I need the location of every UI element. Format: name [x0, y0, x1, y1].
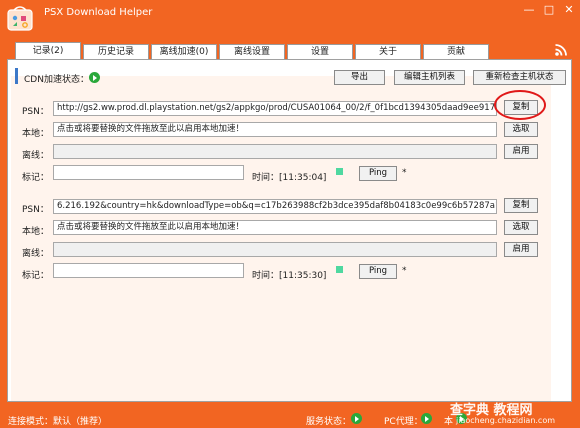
record-2-select-button[interactable]: 选取 [504, 220, 538, 235]
tab-records[interactable]: 记录(2) [15, 42, 81, 59]
record-2-mark-label: 标记： [22, 271, 50, 281]
tab-settings[interactable]: 设置 [287, 44, 353, 59]
tab-bar: 记录(2) 历史记录 离线加速(0) 离线设置 设置 关于 贡献 [15, 42, 491, 60]
record-1-time-label: 时间：[11:35:04] [252, 173, 327, 183]
rss-icon[interactable] [554, 43, 568, 57]
service-status-play-icon[interactable] [351, 413, 362, 424]
app-logo-icon [7, 6, 33, 31]
service-status-label: 服务状态： [306, 417, 352, 427]
tab-history[interactable]: 历史记录 [83, 44, 149, 59]
edit-hosts-button[interactable]: 编辑主机列表 [394, 70, 465, 85]
maximize-button[interactable]: □ [541, 3, 557, 17]
app-window: PSX Download Helper — □ ✕ 记录(2) 历史记录 离线加… [0, 0, 580, 428]
record-1-ping-button[interactable]: Ping [359, 166, 397, 181]
record-1-offline-field[interactable] [53, 144, 497, 159]
record-2-time-label: 时间：[11:35:30] [252, 271, 327, 281]
record-2-local-field[interactable]: 点击或将要替换的文件拖放至此以启用本地加速！ [53, 220, 497, 235]
window-title: PSX Download Helper [44, 7, 153, 18]
pc-proxy-label: PC代理： [384, 417, 423, 427]
record-2-offline-label: 离线： [22, 249, 50, 259]
tab-contribute[interactable]: 贡献 [423, 44, 489, 59]
record-1-psn-label: PSN： [22, 107, 49, 117]
record-1-offline-label: 离线： [22, 151, 50, 161]
record-1-asterisk: * [402, 168, 407, 178]
record-1-local-label: 本地： [22, 129, 50, 139]
record-2-offline-field[interactable] [53, 242, 497, 257]
record-1-local-field[interactable]: 点击或将要替换的文件拖放至此以启用本地加速！ [53, 122, 497, 137]
record-2-enable-button[interactable]: 启用 [504, 242, 538, 257]
tab-offline-settings[interactable]: 离线设置 [219, 44, 285, 59]
record-2-local-label: 本地： [22, 227, 50, 237]
record-2-ping-indicator [336, 266, 343, 273]
section-accent-bar [15, 68, 18, 84]
record-2-psn-label: PSN： [22, 205, 49, 215]
export-button[interactable]: 导出 [334, 70, 385, 85]
record-1-select-button[interactable]: 选取 [504, 122, 538, 137]
record-1-ping-indicator [336, 168, 343, 175]
record-1-psn-field[interactable]: http://gs2.ww.prod.dl.playstation.net/gs… [53, 101, 497, 116]
close-button[interactable]: ✕ [561, 3, 577, 17]
cdn-status-play-icon [89, 72, 100, 83]
record-2-asterisk: * [402, 266, 407, 276]
record-1-mark-field[interactable] [53, 165, 244, 180]
annotation-circle [494, 90, 546, 120]
record-1-enable-button[interactable]: 启用 [504, 144, 538, 159]
minimize-button[interactable]: — [521, 3, 537, 17]
recheck-hosts-button[interactable]: 重新检查主机状态 [473, 70, 566, 85]
record-2-copy-button[interactable]: 复制 [504, 198, 538, 213]
record-2-psn-field[interactable]: 6.216.192&country=hk&downloadType=ob&q=c… [53, 199, 497, 214]
tab-offline-accel[interactable]: 离线加速(0) [151, 44, 217, 59]
pc-proxy-play-icon[interactable] [421, 413, 432, 424]
connection-mode-label: 连接模式：默认（推荐） [8, 417, 108, 427]
tab-about[interactable]: 关于 [355, 44, 421, 59]
record-2-ping-button[interactable]: Ping [359, 264, 397, 279]
watermark-url: jiaocheng.chazidian.com [456, 416, 556, 425]
record-1-mark-label: 标记： [22, 173, 50, 183]
cdn-status-label: CDN加速状态： [24, 75, 89, 85]
record-2-mark-field[interactable] [53, 263, 244, 278]
